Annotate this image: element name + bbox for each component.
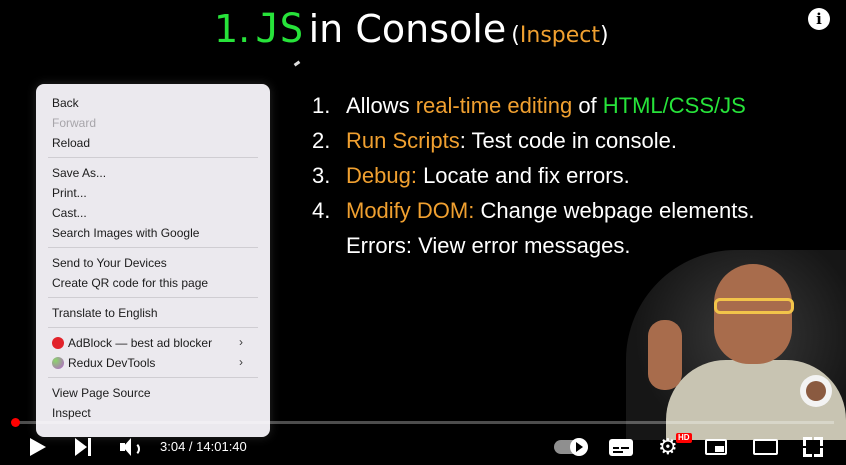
point-5: Errors: View error messages. xyxy=(312,228,754,263)
mouse-pointer-icon xyxy=(293,60,301,67)
point-highlight: real-time editing xyxy=(415,93,573,118)
play-icon[interactable] xyxy=(30,438,46,456)
slide-points: 1. Allows real-time editing of HTML/CSS/J… xyxy=(312,88,754,263)
point-text: Change webpage elements. xyxy=(474,198,755,223)
menu-item-forward: Forward xyxy=(52,116,97,130)
point-highlight-green: HTML/CSS/JS xyxy=(602,93,746,118)
time-separator: / xyxy=(185,439,197,454)
menu-item-back[interactable]: Back xyxy=(52,95,79,111)
point-highlight: Run Scripts xyxy=(346,128,460,153)
volume-icon[interactable] xyxy=(120,438,140,456)
point-number: 1. xyxy=(312,93,331,118)
menu-item-print[interactable]: Print... xyxy=(52,185,87,201)
menu-divider xyxy=(48,327,258,328)
menu-item-view-page-source[interactable]: View Page Source xyxy=(52,385,151,401)
chevron-right-icon: › xyxy=(239,335,243,349)
slide-title: 1. JS in Console (Inspect) xyxy=(214,6,609,56)
point-highlight: Debug: xyxy=(346,163,417,188)
info-icon[interactable]: i xyxy=(808,8,830,30)
autoplay-toggle[interactable] xyxy=(554,438,588,456)
video-frame[interactable]: 1. JS in Console (Inspect) i 1. Allows re… xyxy=(0,0,846,465)
title-paren-close: ) xyxy=(600,23,609,48)
title-inspect: Inspect xyxy=(519,23,601,48)
adblock-icon xyxy=(52,337,64,349)
presenter-video xyxy=(626,250,846,440)
point-number: 2. xyxy=(312,128,331,153)
point-text: : Test code in console. xyxy=(459,128,678,153)
theater-mode-icon[interactable] xyxy=(753,439,778,455)
presenter-hand xyxy=(648,320,682,390)
redux-icon xyxy=(52,357,64,369)
menu-item-search-images[interactable]: Search Images with Google xyxy=(52,225,199,241)
point-number: 4. xyxy=(312,198,331,223)
point-highlight: Modify DOM: xyxy=(346,198,475,223)
point-2: 2. Run Scripts: Test code in console. xyxy=(312,123,754,158)
title-js: JS xyxy=(255,6,304,52)
menu-item-cast[interactable]: Cast... xyxy=(52,205,87,221)
menu-item-label: AdBlock — best ad blocker xyxy=(68,336,213,350)
chevron-right-icon: › xyxy=(239,355,243,369)
miniplayer-icon[interactable] xyxy=(705,439,727,455)
menu-item-create-qr-code[interactable]: Create QR code for this page xyxy=(52,275,208,291)
fullscreen-icon[interactable] xyxy=(803,437,823,457)
presenter-head xyxy=(714,264,792,364)
menu-divider xyxy=(48,297,258,298)
menu-item-translate[interactable]: Translate to English xyxy=(52,305,158,321)
point-1: 1. Allows real-time editing of HTML/CSS/J… xyxy=(312,88,754,123)
title-paren-open: ( xyxy=(511,23,520,48)
title-number: 1. xyxy=(214,7,251,51)
menu-divider xyxy=(48,247,258,248)
menu-item-inspect[interactable]: Inspect xyxy=(52,405,91,421)
point-text: of xyxy=(572,93,603,118)
menu-item-label: Redux DevTools xyxy=(68,356,156,370)
point-text: Allows xyxy=(346,93,416,118)
menu-item-reload[interactable]: Reload xyxy=(52,135,90,151)
title-text: in Console xyxy=(308,7,507,51)
point-text: Locate and fix errors. xyxy=(416,163,630,188)
point-3: 3. Debug: Locate and fix errors. xyxy=(312,158,754,193)
current-time: 3:04 xyxy=(160,439,186,454)
menu-divider xyxy=(48,157,258,158)
progress-bar[interactable] xyxy=(12,421,834,424)
channel-avatar-icon[interactable] xyxy=(800,375,832,407)
point-text: Errors: View error messages. xyxy=(346,233,631,258)
menu-item-adblock[interactable]: AdBlock — best ad blocker xyxy=(52,335,212,351)
duration: 14:01:40 xyxy=(196,439,247,454)
menu-item-redux-devtools[interactable]: Redux DevTools xyxy=(52,355,155,371)
progress-scrubber[interactable] xyxy=(10,418,20,427)
menu-item-save-as[interactable]: Save As... xyxy=(52,165,106,181)
subtitles-icon[interactable] xyxy=(609,439,633,456)
presenter-glasses xyxy=(714,298,794,314)
point-number: 3. xyxy=(312,163,331,188)
next-icon[interactable] xyxy=(75,438,95,456)
point-4: 4. Modify DOM: Change webpage elements. xyxy=(312,193,754,228)
context-menu: Back Forward Reload Save As... Print... … xyxy=(36,84,270,437)
hd-badge: HD xyxy=(676,433,692,443)
menu-item-send-to-devices[interactable]: Send to Your Devices xyxy=(52,255,167,271)
time-display: 3:04 / 14:01:40 xyxy=(160,439,247,454)
menu-divider xyxy=(48,377,258,378)
